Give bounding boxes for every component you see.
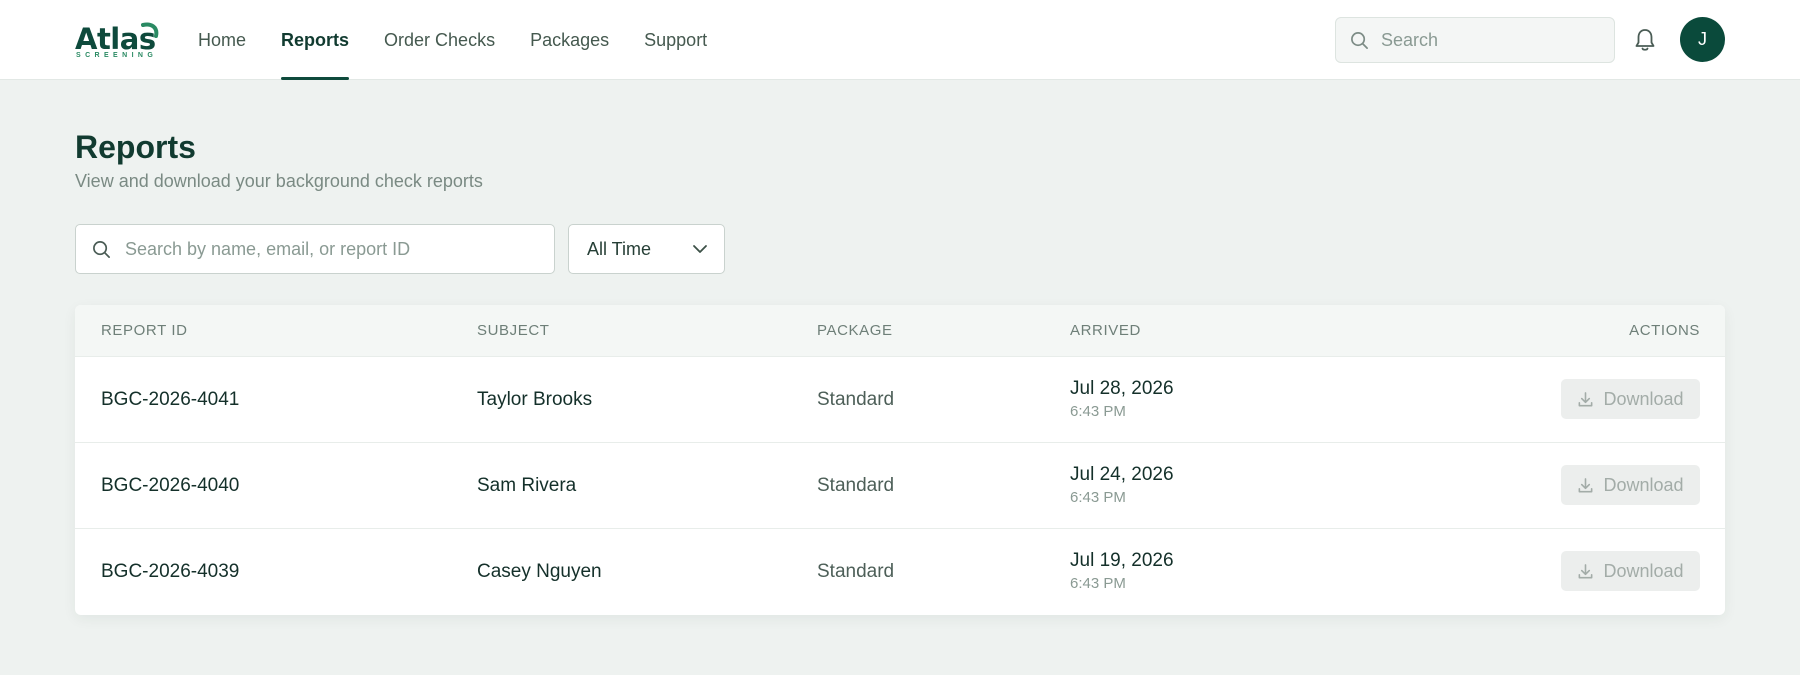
- logo-swoosh-icon: [141, 22, 159, 38]
- arrived-time: 6:43 PM: [1070, 403, 1126, 420]
- download-button-label: Download: [1603, 388, 1684, 409]
- nav-item-reports[interactable]: Reports: [281, 0, 350, 80]
- download-button[interactable]: Download: [1561, 465, 1700, 505]
- brand-logo[interactable]: Atlas SCREENING: [75, 22, 165, 62]
- table-row: BGC-2026-4040 Sam Rivera Standard Jul 24…: [75, 442, 1725, 528]
- arrived-date: Jul 24, 2026: [1070, 464, 1174, 485]
- arrived-date: Jul 28, 2026: [1070, 378, 1174, 399]
- download-button-label: Download: [1603, 474, 1684, 495]
- column-header-actions: ACTIONS: [1629, 322, 1700, 339]
- arrived-time: 6:43 PM: [1070, 489, 1126, 506]
- package-cell: Standard: [817, 475, 895, 496]
- package-cell: Standard: [817, 561, 895, 582]
- report-search[interactable]: [75, 224, 555, 274]
- package-cell: Standard: [817, 389, 895, 410]
- download-icon: [1579, 391, 1593, 406]
- table-row: BGC-2026-4039 Casey Nguyen Standard Jul …: [75, 528, 1725, 614]
- report-id-cell: BGC-2026-4040: [101, 475, 240, 496]
- reports-table: REPORT ID SUBJECT PACKAGE ARRIVED ACTION…: [75, 305, 1725, 615]
- column-header-arrived: ARRIVED: [1070, 322, 1141, 339]
- nav-item-home[interactable]: Home: [198, 0, 246, 80]
- column-header-report-id: REPORT ID: [101, 322, 188, 339]
- search-icon: [1351, 31, 1368, 49]
- global-search-input[interactable]: [1381, 29, 1601, 51]
- download-icon: [1579, 477, 1593, 492]
- global-search[interactable]: [1335, 17, 1615, 63]
- download-button[interactable]: Download: [1561, 551, 1700, 591]
- download-button[interactable]: Download: [1561, 379, 1700, 419]
- arrived-cell: Jul 19, 2026 6:43 PM: [1070, 529, 1174, 615]
- nav-item-order-checks[interactable]: Order Checks: [384, 0, 495, 80]
- subject-cell: Sam Rivera: [477, 475, 577, 496]
- report-search-input[interactable]: [125, 238, 545, 260]
- time-range-selected: All Time: [587, 238, 652, 259]
- user-avatar[interactable]: J: [1680, 17, 1725, 62]
- report-id-cell: BGC-2026-4039: [101, 561, 240, 582]
- arrived-cell: Jul 28, 2026 6:43 PM: [1070, 357, 1174, 443]
- table-header: REPORT ID SUBJECT PACKAGE ARRIVED ACTION…: [75, 305, 1725, 356]
- column-header-package: PACKAGE: [817, 322, 893, 339]
- column-header-subject: SUBJECT: [477, 322, 550, 339]
- arrived-cell: Jul 24, 2026 6:43 PM: [1070, 443, 1174, 529]
- brand-tagline: SCREENING: [76, 52, 158, 59]
- bell-icon[interactable]: [1633, 27, 1657, 53]
- subject-cell: Taylor Brooks: [477, 389, 593, 410]
- page-subtitle: View and download your background check …: [75, 171, 483, 191]
- search-icon: [93, 240, 110, 258]
- subject-cell: Casey Nguyen: [477, 561, 602, 582]
- top-navigation-bar: Atlas SCREENING Home Reports Order Check…: [0, 0, 1800, 80]
- report-id-cell: BGC-2026-4041: [101, 389, 240, 410]
- nav-item-support[interactable]: Support: [644, 0, 707, 80]
- download-icon: [1579, 563, 1593, 578]
- main-nav: Home Reports Order Checks Packages Suppo…: [198, 0, 742, 80]
- arrived-time: 6:43 PM: [1070, 575, 1126, 592]
- time-range-select[interactable]: All Time: [568, 224, 725, 274]
- chevron-down-icon: [693, 245, 707, 253]
- page-title: Reports: [75, 129, 196, 165]
- arrived-date: Jul 19, 2026: [1070, 550, 1174, 571]
- table-row: BGC-2026-4041 Taylor Brooks Standard Jul…: [75, 356, 1725, 442]
- download-button-label: Download: [1603, 560, 1684, 581]
- nav-item-packages[interactable]: Packages: [530, 0, 609, 80]
